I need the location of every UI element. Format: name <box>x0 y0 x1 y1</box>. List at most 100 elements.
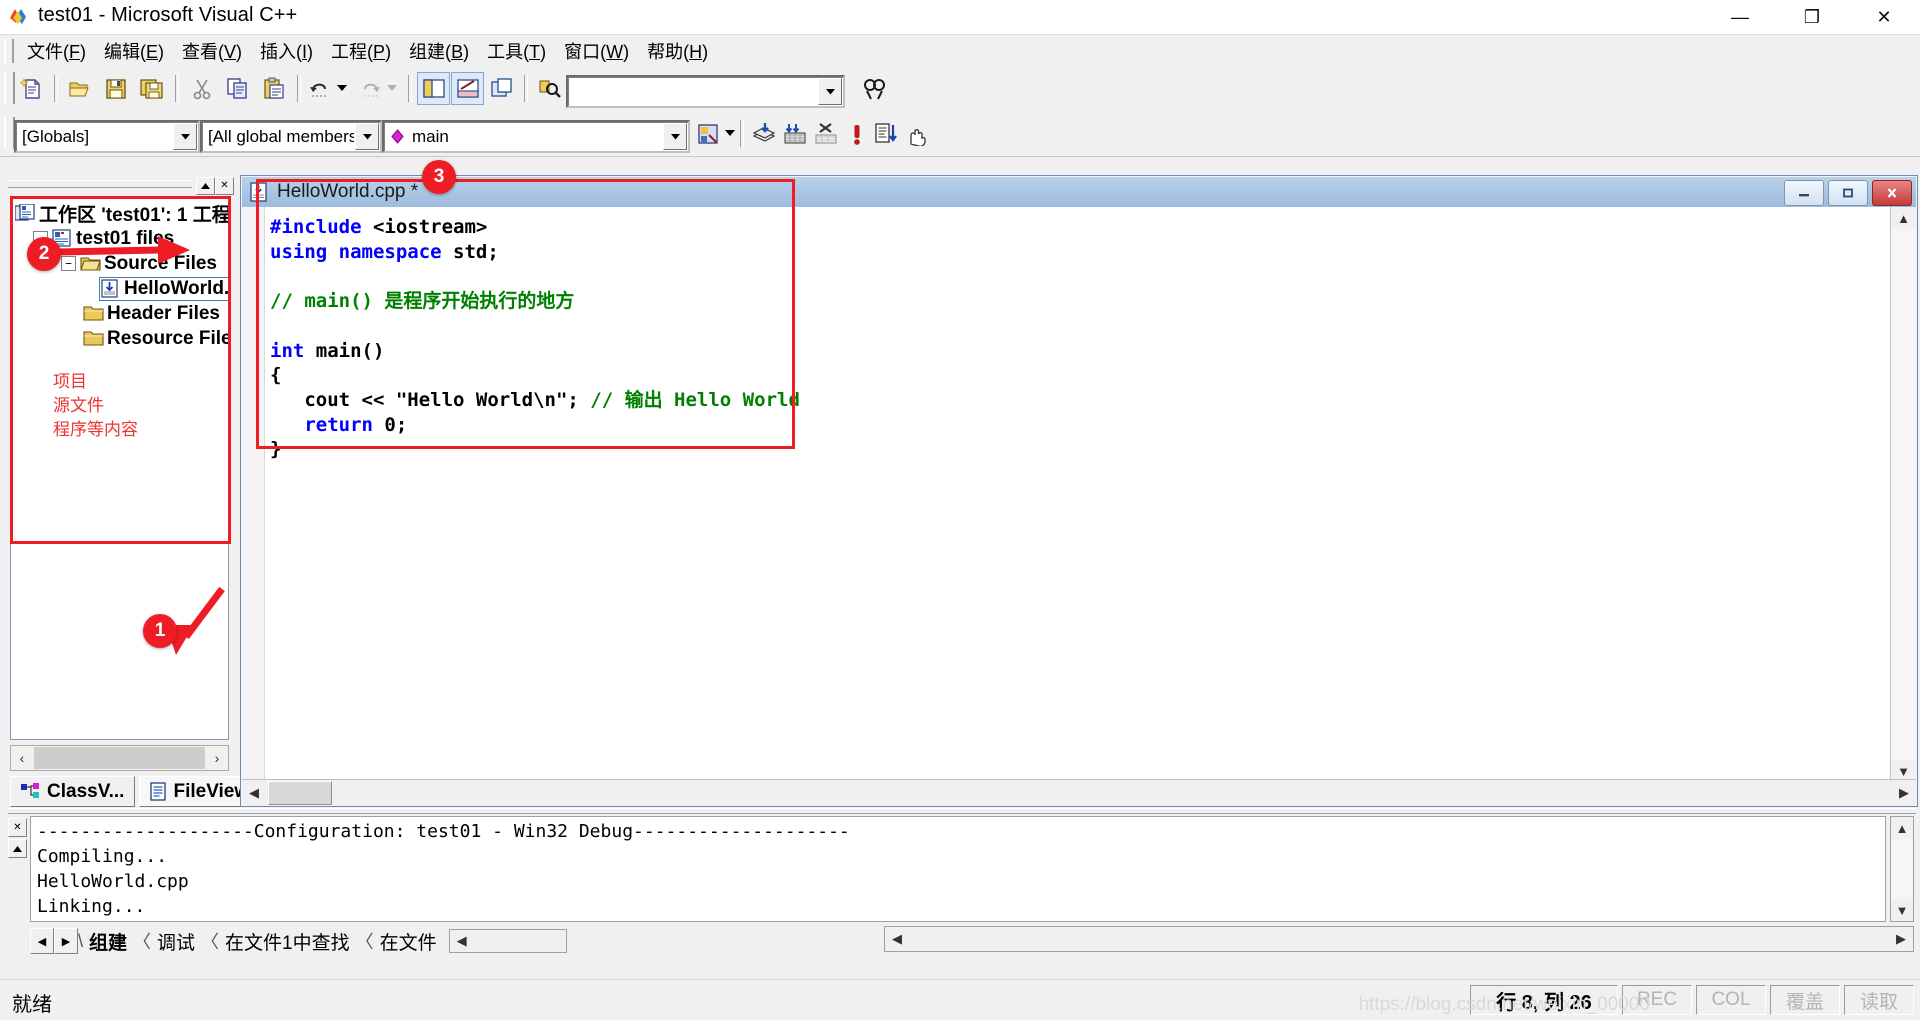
go-debug-icon[interactable] <box>870 118 901 149</box>
wizardbar-actions-icon[interactable] <box>692 118 723 149</box>
editor-hscrollbar[interactable]: ◀ ▶ <box>242 779 1916 805</box>
menu-item-6[interactable]: 组建(B) <box>400 36 478 66</box>
menu-item-7[interactable]: 工具(T) <box>478 36 555 66</box>
output-close-button[interactable]: ✕ <box>8 818 27 837</box>
editor-gutter <box>242 207 265 782</box>
window-controls: — ❐ ✕ <box>1704 0 1920 34</box>
output-tab-1[interactable]: 组建 <box>83 928 133 955</box>
tab-classview[interactable]: ClassV... <box>10 776 136 807</box>
output-hscrollbar[interactable]: ◀ ▶ <box>884 926 1914 952</box>
workspace-hscrollbar[interactable]: ‹ › <box>10 745 229 771</box>
output-vscroll-track[interactable] <box>1891 839 1913 899</box>
vscroll-track[interactable] <box>1891 229 1916 760</box>
editor-title-bar[interactable]: HelloWorld.cpp * <box>242 177 1916 207</box>
expander-collapse-icon[interactable]: − <box>61 256 76 271</box>
close-button[interactable]: ✕ <box>1848 0 1920 34</box>
editor-restore-button[interactable] <box>1828 180 1868 206</box>
scroll-up-arrow-icon[interactable]: ▲ <box>1891 207 1916 229</box>
tree-node-resource-files[interactable]: Resource Files <box>11 326 228 351</box>
workspace-file-tree-panel[interactable]: 工作区 'test01': 1 工程 − test01 files − <box>10 196 229 740</box>
output-collapse-button[interactable] <box>8 839 27 858</box>
output-tab-3[interactable]: 在文件1中查找 <box>219 928 356 955</box>
undo-icon[interactable] <box>304 73 335 104</box>
workspace-window-icon[interactable] <box>417 72 450 105</box>
editor-minimize-button[interactable] <box>1784 180 1824 206</box>
symbol-combo[interactable]: main <box>382 120 690 153</box>
undo-dropdown-arrow-icon[interactable] <box>334 73 350 104</box>
code-editor-surface[interactable]: #include <iostream> using namespace std; … <box>242 207 1892 782</box>
editor-close-button[interactable] <box>1872 180 1912 206</box>
window-title: test01 - Microsoft Visual C++ <box>38 4 298 26</box>
output-tab-4[interactable]: 在文件 <box>374 928 443 955</box>
source-code-text[interactable]: #include <iostream> using namespace std; … <box>270 215 800 462</box>
find-combo[interactable] <box>566 75 845 108</box>
copy-icon[interactable] <box>222 73 253 104</box>
code-line: } <box>270 437 800 462</box>
hscroll-thumb[interactable] <box>34 747 205 769</box>
menu-item-1[interactable]: 文件(F) <box>18 36 95 66</box>
find-next-icon[interactable] <box>858 73 889 104</box>
menu-item-5[interactable]: 工程(P) <box>322 36 400 66</box>
menu-item-9[interactable]: 帮助(H) <box>638 36 717 66</box>
output-line: --------------------Configuration: test0… <box>37 821 850 842</box>
scroll-right-arrow-icon[interactable]: ▶ <box>1892 781 1916 804</box>
standard-toolbar-grip[interactable] <box>4 72 15 104</box>
output-window-icon[interactable] <box>451 72 484 105</box>
new-text-file-icon[interactable] <box>16 73 47 104</box>
scroll-right-arrow-icon[interactable]: ▶ <box>1889 928 1913 951</box>
execute-program-icon[interactable] <box>841 118 872 149</box>
workspace-close-button[interactable]: ✕ <box>215 177 234 195</box>
scroll-down-arrow-icon[interactable]: ▼ <box>1891 899 1913 921</box>
paste-icon[interactable] <box>258 73 289 104</box>
output-tab-prev-button[interactable]: ◀ <box>30 928 54 954</box>
open-folder-icon[interactable] <box>64 73 95 104</box>
scroll-left-arrow-icon[interactable]: ◀ <box>885 928 909 951</box>
redo-dropdown-arrow-icon[interactable] <box>384 73 400 104</box>
scroll-left-arrow-icon[interactable]: ◀ <box>242 781 266 804</box>
members-combo[interactable]: [All global members <box>200 120 382 153</box>
tree-node-header-files[interactable]: Header Files <box>11 301 228 326</box>
insert-breakpoint-icon[interactable] <box>901 118 932 149</box>
symbol-combo-dropdown-arrow-icon[interactable] <box>663 123 687 150</box>
maximize-restore-button[interactable]: ❐ <box>1776 0 1848 34</box>
output-vscrollbar[interactable]: ▲ ▼ <box>1890 816 1914 922</box>
scope-combo[interactable]: [Globals] <box>14 120 200 153</box>
tree-node-workspace-root[interactable]: 工作区 'test01': 1 工程 <box>11 201 228 226</box>
build-output-text[interactable]: --------------------Configuration: test0… <box>30 816 1886 922</box>
menu-item-4[interactable]: 插入(I) <box>251 36 322 66</box>
workspace-collapse-button[interactable] <box>196 177 215 195</box>
output-tab-2[interactable]: 调试 <box>151 928 201 955</box>
menu-item-2[interactable]: 编辑(E) <box>95 36 173 66</box>
menu-item-8[interactable]: 窗口(W) <box>555 36 638 66</box>
scroll-right-arrow-icon[interactable]: › <box>206 747 228 769</box>
editor-vscrollbar[interactable]: ▲ ▼ <box>1890 207 1916 782</box>
menu-item-3[interactable]: 查看(V) <box>173 36 251 66</box>
find-in-files-icon[interactable] <box>534 73 565 104</box>
watch-window-icon[interactable] <box>486 73 517 104</box>
tree-node-helloworld-cpp[interactable]: HelloWorld.cpp <box>11 276 228 301</box>
hscroll-thumb[interactable] <box>268 780 332 805</box>
wizardbar-dropdown-arrow-icon[interactable] <box>722 118 738 149</box>
find-combo-dropdown-arrow-icon[interactable] <box>818 78 842 105</box>
output-splitter[interactable] <box>8 808 1916 814</box>
scroll-left-arrow-icon[interactable]: ‹ <box>11 747 33 769</box>
compile-icon[interactable] <box>748 118 779 149</box>
minimize-button[interactable]: — <box>1704 0 1776 34</box>
save-all-icon[interactable] <box>136 73 167 104</box>
save-icon[interactable] <box>100 73 131 104</box>
menubar-grip[interactable] <box>4 39 14 63</box>
cut-icon[interactable] <box>186 73 217 104</box>
scroll-left-arrow-icon[interactable]: ◀ <box>450 930 474 953</box>
output-tab-next-button[interactable]: ▶ <box>54 928 78 954</box>
members-combo-dropdown-arrow-icon[interactable] <box>355 123 379 150</box>
menu-item-label: 查看( <box>182 42 225 62</box>
scroll-up-arrow-icon[interactable]: ▲ <box>1891 817 1913 839</box>
workspace-drag-grip[interactable] <box>8 180 192 188</box>
scope-combo-dropdown-arrow-icon[interactable] <box>173 123 197 150</box>
find-input[interactable] <box>568 78 817 105</box>
stop-build-icon[interactable] <box>810 118 841 149</box>
output-tab-scroll[interactable]: ◀ <box>448 929 567 953</box>
redo-icon[interactable] <box>354 73 385 104</box>
build-icon[interactable] <box>779 118 810 149</box>
tree-node-selection[interactable]: HelloWorld.cpp <box>99 276 228 301</box>
